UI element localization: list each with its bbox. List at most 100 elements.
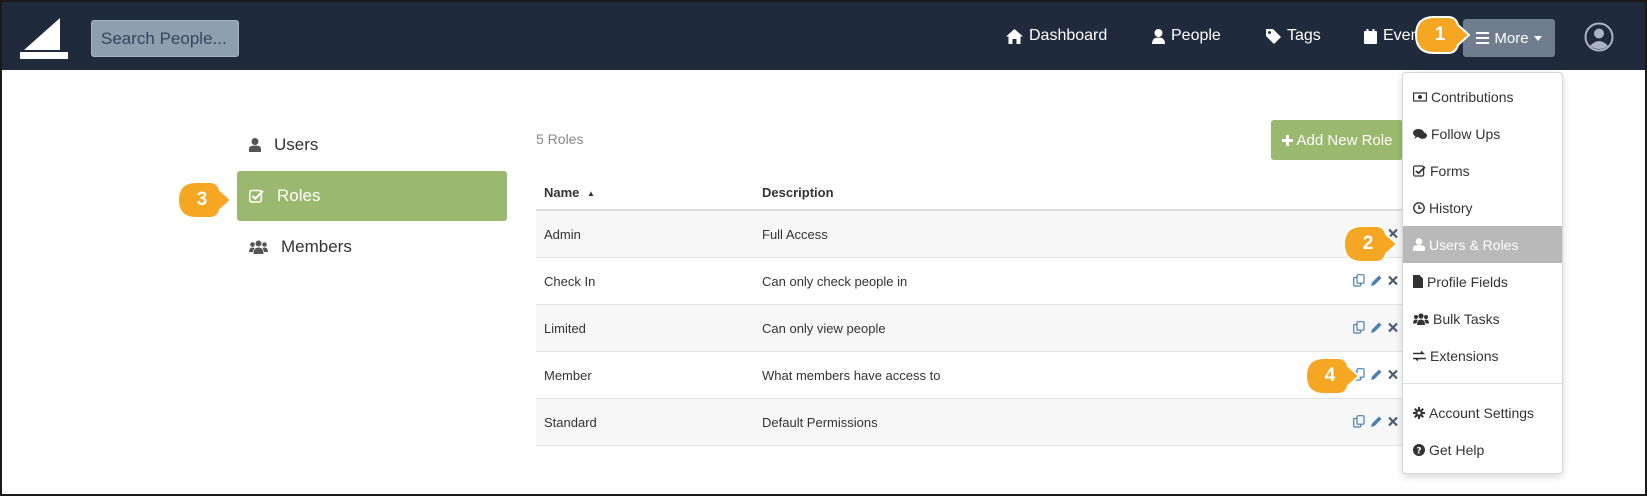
roles-table: Name ▲ Description Admin Full Access Che… [536,175,1406,446]
menu-item-users-roles[interactable]: Users & Roles [1403,226,1562,263]
menu-item-label: Profile Fields [1427,273,1508,290]
calendar-icon [1364,28,1377,44]
menu-item-get-help[interactable]: ? Get Help [1403,431,1562,468]
caret-down-icon [1533,35,1542,41]
sidebar-item-roles[interactable]: Roles [237,171,507,221]
comments-icon [1413,128,1427,139]
gear-icon [1413,406,1425,419]
role-name[interactable]: Limited [544,321,586,336]
menu-item-extensions[interactable]: Extensions [1403,337,1562,374]
user-icon [249,138,261,152]
question-circle-icon: ? [1413,443,1425,456]
menu-divider [1403,383,1562,384]
callout-number: 2 [1362,233,1374,254]
sidebar-item-users[interactable]: Users [237,120,507,170]
step-callout-3: 3 [174,180,232,220]
top-navbar: Search People... Dashboard People Tags E… [2,2,1645,70]
role-description: Can only check people in [762,274,908,289]
copy-icon[interactable] [1353,321,1365,334]
sidebar-item-members-label: Members [281,237,352,256]
check-square-icon [1413,164,1426,177]
nav-people-label: People [1171,27,1221,44]
money-icon [1413,91,1427,102]
tag-icon [1266,28,1281,44]
add-new-role-button[interactable]: Add New Role [1271,120,1403,160]
menu-item-forms[interactable]: Forms [1403,152,1562,189]
menu-item-label: History [1429,199,1473,216]
edit-icon[interactable] [1370,274,1382,287]
step-callout-4: 4 [1302,356,1360,396]
role-description: Can only view people [762,321,886,336]
file-icon [1413,275,1423,288]
edit-icon[interactable] [1370,415,1382,428]
roles-count: 5 Roles [536,131,584,147]
nav-tags-label: Tags [1287,27,1321,44]
step-callout-2: 2 [1340,224,1398,264]
table-row: Limited Can only view people [536,305,1406,352]
svg-text:?: ? [1416,446,1421,456]
more-dropdown-menu: Contributions Follow Ups Forms History U… [1402,72,1563,474]
role-description: What members have access to [762,368,941,383]
menu-item-label: Get Help [1429,441,1485,458]
delete-icon[interactable] [1387,321,1399,334]
check-square-icon [249,189,264,203]
role-name[interactable]: Member [544,368,592,383]
users-icon [1413,312,1429,325]
search-input[interactable]: Search People... [91,20,239,57]
delete-icon[interactable] [1387,274,1399,287]
sailboat-logo-icon[interactable] [20,16,68,60]
step-callout-1: 1 [1412,15,1470,55]
menu-item-label: Forms [1430,162,1470,179]
delete-icon[interactable] [1387,368,1399,381]
column-header-description: Description [762,185,834,200]
column-header-name[interactable]: Name ▲ [544,185,595,200]
menu-item-contributions[interactable]: Contributions [1403,78,1562,115]
sidebar-item-members[interactable]: Members [237,222,507,272]
hamburger-icon [1476,32,1490,44]
role-description: Full Access [762,227,828,242]
table-row: Check In Can only check people in [536,258,1406,305]
menu-item-follow-ups[interactable]: Follow Ups [1403,115,1562,152]
edit-icon[interactable] [1370,321,1382,334]
more-menu-button[interactable]: More [1463,19,1555,57]
menu-item-label: Follow Ups [1431,125,1501,142]
users-icon [249,240,268,254]
table-row: Admin Full Access [536,211,1406,258]
row-actions [1353,321,1399,334]
more-label: More [1494,29,1529,47]
clock-icon [1413,201,1425,214]
callout-number: 4 [1324,365,1336,386]
add-new-role-label: Add New Role [1296,131,1393,149]
home-icon [1006,28,1023,44]
menu-item-label: Users & Roles [1429,236,1519,253]
row-actions [1353,415,1399,428]
menu-item-bulk-tasks[interactable]: Bulk Tasks [1403,300,1562,337]
sort-asc-icon: ▲ [587,189,595,199]
copy-icon[interactable] [1353,274,1365,287]
menu-item-history[interactable]: History [1403,189,1562,226]
role-name[interactable]: Standard [544,415,597,430]
nav-tags[interactable]: Tags [1266,27,1321,45]
role-description: Default Permissions [762,415,878,430]
role-name[interactable]: Check In [544,274,595,289]
callout-number: 1 [1434,24,1446,45]
user-avatar-icon[interactable] [1584,22,1614,52]
menu-item-label: Contributions [1431,88,1514,105]
menu-item-label: Extensions [1430,347,1499,364]
callout-number: 3 [196,189,208,210]
nav-dashboard[interactable]: Dashboard [1006,27,1107,45]
menu-item-profile-fields[interactable]: Profile Fields [1403,263,1562,300]
column-header-name-label: Name [544,185,580,200]
table-header: Name ▲ Description [536,175,1406,211]
exchange-icon [1413,350,1426,361]
sidebar-item-users-label: Users [274,135,319,154]
role-name[interactable]: Admin [544,227,581,242]
edit-icon[interactable] [1370,368,1382,381]
menu-item-label: Bulk Tasks [1433,310,1500,327]
row-actions [1353,274,1399,287]
user-icon [1413,238,1425,251]
nav-people[interactable]: People [1152,27,1221,45]
menu-item-account-settings[interactable]: Account Settings [1403,394,1562,431]
delete-icon[interactable] [1387,415,1399,428]
copy-icon[interactable] [1353,415,1365,428]
